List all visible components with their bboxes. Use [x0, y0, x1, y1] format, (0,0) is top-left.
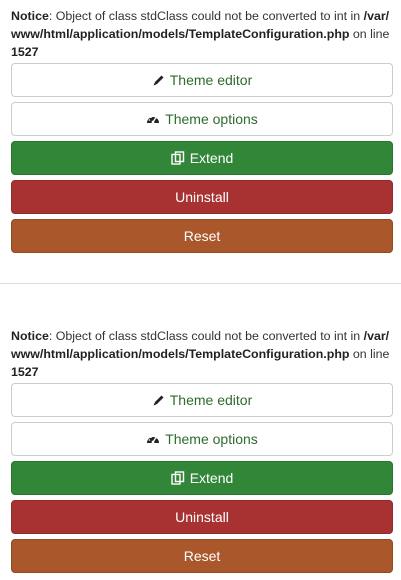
dashboard-icon — [146, 113, 160, 125]
reset-label: Reset — [183, 548, 221, 564]
copy-icon — [171, 471, 185, 485]
notice-line-number: 1527 — [11, 365, 39, 379]
theme-actions-block-2: Notice: Object of class stdClass could n… — [0, 327, 401, 573]
theme-options-label: Theme options — [165, 431, 258, 447]
reset-label: Reset — [183, 228, 221, 244]
theme-options-button[interactable]: Theme options — [11, 102, 393, 136]
notice-line-number: 1527 — [11, 45, 39, 59]
php-notice: Notice: Object of class stdClass could n… — [11, 327, 390, 381]
extend-label: Extend — [189, 470, 234, 486]
theme-actions-block-1: Notice: Object of class stdClass could n… — [0, 7, 401, 253]
notice-text: : Object of class stdClass could not be … — [48, 329, 364, 343]
reset-button[interactable]: Reset — [11, 219, 393, 253]
extend-button[interactable]: Extend — [11, 461, 393, 495]
pencil-icon — [152, 394, 165, 407]
extend-label: Extend — [189, 150, 234, 166]
notice-text-line: on line — [349, 347, 390, 361]
theme-editor-button[interactable]: Theme editor — [11, 63, 393, 97]
theme-options-button[interactable]: Theme options — [11, 422, 393, 456]
theme-editor-label: Theme editor — [169, 72, 253, 88]
php-notice: Notice: Object of class stdClass could n… — [11, 7, 390, 61]
notice-text-line: on line — [349, 27, 390, 41]
notice-label: Notice — [11, 9, 49, 23]
reset-button[interactable]: Reset — [11, 539, 393, 573]
uninstall-button[interactable]: Uninstall — [11, 500, 393, 534]
theme-options-label: Theme options — [165, 111, 258, 127]
extend-button[interactable]: Extend — [11, 141, 393, 175]
divider — [0, 283, 401, 284]
notice-label: Notice — [11, 329, 49, 343]
notice-text: : Object of class stdClass could not be … — [48, 9, 364, 23]
uninstall-button[interactable]: Uninstall — [11, 180, 393, 214]
theme-editor-button[interactable]: Theme editor — [11, 383, 393, 417]
uninstall-label: Uninstall — [175, 189, 229, 205]
pencil-icon — [152, 74, 165, 87]
uninstall-label: Uninstall — [175, 509, 229, 525]
theme-editor-label: Theme editor — [169, 392, 253, 408]
copy-icon — [171, 151, 185, 165]
dashboard-icon — [146, 433, 160, 445]
